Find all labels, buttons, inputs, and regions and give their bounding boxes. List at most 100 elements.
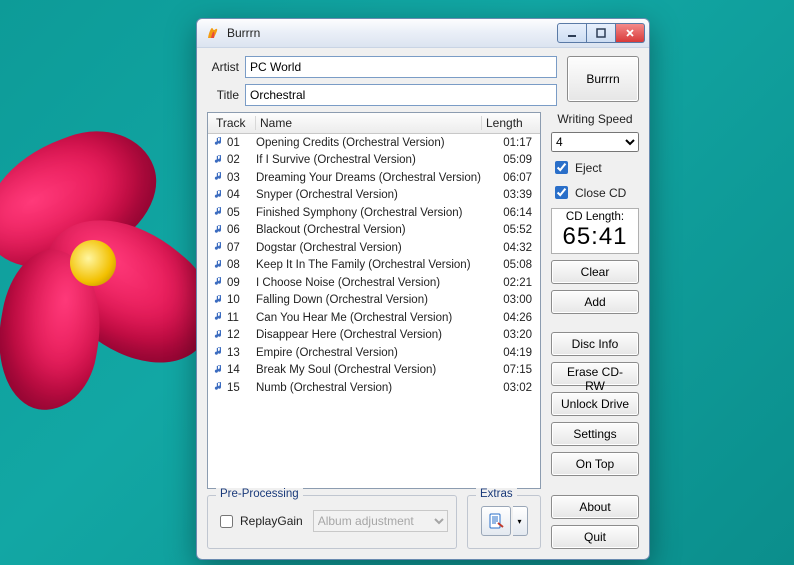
music-note-icon (214, 171, 224, 184)
track-row[interactable]: 10Falling Down (Orchestral Version)03:00 (208, 292, 540, 310)
track-row[interactable]: 15Numb (Orchestral Version)03:02 (208, 379, 540, 397)
track-row[interactable]: 11 Can You Hear Me (Orchestral Version)04… (208, 309, 540, 327)
extras-icon (487, 512, 505, 530)
track-name: Dogstar (Orchestral Version) (256, 242, 482, 254)
extras-dropdown-button[interactable]: ▾ (513, 506, 528, 536)
track-row[interactable]: 03 Dreaming Your Dreams (Orchestral Versi… (208, 169, 540, 187)
track-row[interactable]: 13Empire (Orchestral Version)04:19 (208, 344, 540, 362)
track-row[interactable]: 14Break My Soul (Orchestral Version)07:1… (208, 362, 540, 380)
track-number: 08 (227, 259, 240, 271)
music-note-icon (214, 154, 224, 167)
track-length: 04:26 (482, 312, 534, 324)
add-button[interactable]: Add (551, 290, 639, 314)
track-row[interactable]: 02If I Survive (Orchestral Version)05:09 (208, 152, 540, 170)
track-length: 04:19 (482, 347, 534, 359)
close-cd-label: Close CD (575, 186, 626, 200)
pre-processing-group: Pre-Processing ReplayGain Album adjustme… (207, 495, 457, 549)
window-title: Burrrn (227, 26, 551, 40)
maximize-button[interactable] (587, 23, 616, 43)
app-window: Burrrn Artist Title Burrrn (196, 18, 650, 560)
track-number: 03 (227, 172, 240, 184)
cd-length-value: 65:41 (554, 225, 636, 249)
col-track[interactable]: Track (212, 116, 256, 130)
track-row[interactable]: 05Finished Symphony (Orchestral Version)… (208, 204, 540, 222)
track-number: 05 (227, 207, 240, 219)
quit-button[interactable]: Quit (551, 525, 639, 549)
music-note-icon (214, 346, 224, 359)
eject-checkbox-row[interactable]: Eject (551, 158, 639, 177)
artist-input[interactable] (245, 56, 557, 78)
track-name: Blackout (Orchestral Version) (256, 224, 482, 236)
track-name: Break My Soul (Orchestral Version) (256, 364, 482, 376)
track-list[interactable]: Track Name Length 01Opening Credits (Orc… (207, 112, 541, 489)
track-name: Can You Hear Me (Orchestral Version) (256, 312, 482, 324)
track-number: 01 (227, 137, 240, 149)
track-name: I Choose Noise (Orchestral Version) (256, 277, 482, 289)
replaygain-checkbox-row[interactable]: ReplayGain (216, 512, 303, 531)
music-note-icon (214, 206, 224, 219)
track-name: Snyper (Orchestral Version) (256, 189, 482, 201)
track-number: 02 (227, 154, 240, 166)
track-name: Disappear Here (Orchestral Version) (256, 329, 482, 341)
about-button[interactable]: About (551, 495, 639, 519)
music-note-icon (214, 224, 224, 237)
track-length: 06:07 (482, 172, 534, 184)
track-row[interactable]: 08Keep It In The Family (Orchestral Vers… (208, 257, 540, 275)
replaygain-mode-select: Album adjustment (313, 510, 448, 532)
eject-checkbox[interactable] (555, 161, 568, 174)
close-button[interactable] (616, 23, 645, 43)
minimize-button[interactable] (557, 23, 587, 43)
track-row[interactable]: 06Blackout (Orchestral Version)05:52 (208, 222, 540, 240)
chevron-down-icon: ▾ (517, 517, 521, 526)
settings-button[interactable]: Settings (551, 422, 639, 446)
track-number: 04 (227, 189, 240, 201)
track-length: 05:09 (482, 154, 534, 166)
erase-cdrw-button[interactable]: Erase CD-RW (551, 362, 639, 386)
replaygain-label: ReplayGain (240, 514, 303, 528)
on-top-button[interactable]: On Top (551, 452, 639, 476)
track-length: 01:17 (482, 137, 534, 149)
track-row[interactable]: 07Dogstar (Orchestral Version)04:32 (208, 239, 540, 257)
unlock-drive-button[interactable]: Unlock Drive (551, 392, 639, 416)
track-number: 11 (227, 312, 239, 324)
replaygain-checkbox[interactable] (220, 515, 233, 528)
music-note-icon (214, 276, 224, 289)
cd-length-display: CD Length: 65:41 (551, 208, 639, 254)
title-input[interactable] (245, 84, 557, 106)
minimize-icon (567, 28, 577, 38)
burn-button[interactable]: Burrrn (567, 56, 639, 102)
clear-button[interactable]: Clear (551, 260, 639, 284)
eject-label: Eject (575, 161, 602, 175)
music-note-icon (214, 381, 224, 394)
track-name: Dreaming Your Dreams (Orchestral Version… (256, 172, 482, 184)
track-row[interactable]: 01Opening Credits (Orchestral Version)01… (208, 134, 540, 152)
pre-processing-legend: Pre-Processing (216, 488, 303, 500)
col-name[interactable]: Name (256, 116, 482, 130)
music-note-icon (214, 294, 224, 307)
track-number: 09 (227, 277, 240, 289)
app-icon (205, 25, 221, 41)
extras-legend: Extras (476, 488, 517, 500)
track-length: 03:39 (482, 189, 534, 201)
artist-label: Artist (207, 60, 245, 74)
track-name: Numb (Orchestral Version) (256, 382, 482, 394)
close-cd-checkbox[interactable] (555, 186, 568, 199)
writing-speed-select[interactable]: 4 (551, 132, 639, 152)
track-row[interactable]: 09I Choose Noise (Orchestral Version)02:… (208, 274, 540, 292)
col-length[interactable]: Length (482, 116, 534, 130)
maximize-icon (596, 28, 606, 38)
track-number: 06 (227, 224, 240, 236)
track-list-header: Track Name Length (208, 113, 540, 134)
extras-button[interactable] (481, 506, 511, 536)
track-row[interactable]: 12Disappear Here (Orchestral Version)03:… (208, 327, 540, 345)
track-length: 03:00 (482, 294, 534, 306)
titlebar[interactable]: Burrrn (197, 19, 649, 48)
music-note-icon (214, 259, 224, 272)
writing-speed-label: Writing Speed (551, 112, 639, 126)
disc-info-button[interactable]: Disc Info (551, 332, 639, 356)
track-length: 03:02 (482, 382, 534, 394)
track-row[interactable]: 04 Snyper (Orchestral Version)03:39 (208, 187, 540, 205)
close-cd-checkbox-row[interactable]: Close CD (551, 183, 639, 202)
track-number: 13 (227, 347, 240, 359)
track-name: Falling Down (Orchestral Version) (256, 294, 482, 306)
